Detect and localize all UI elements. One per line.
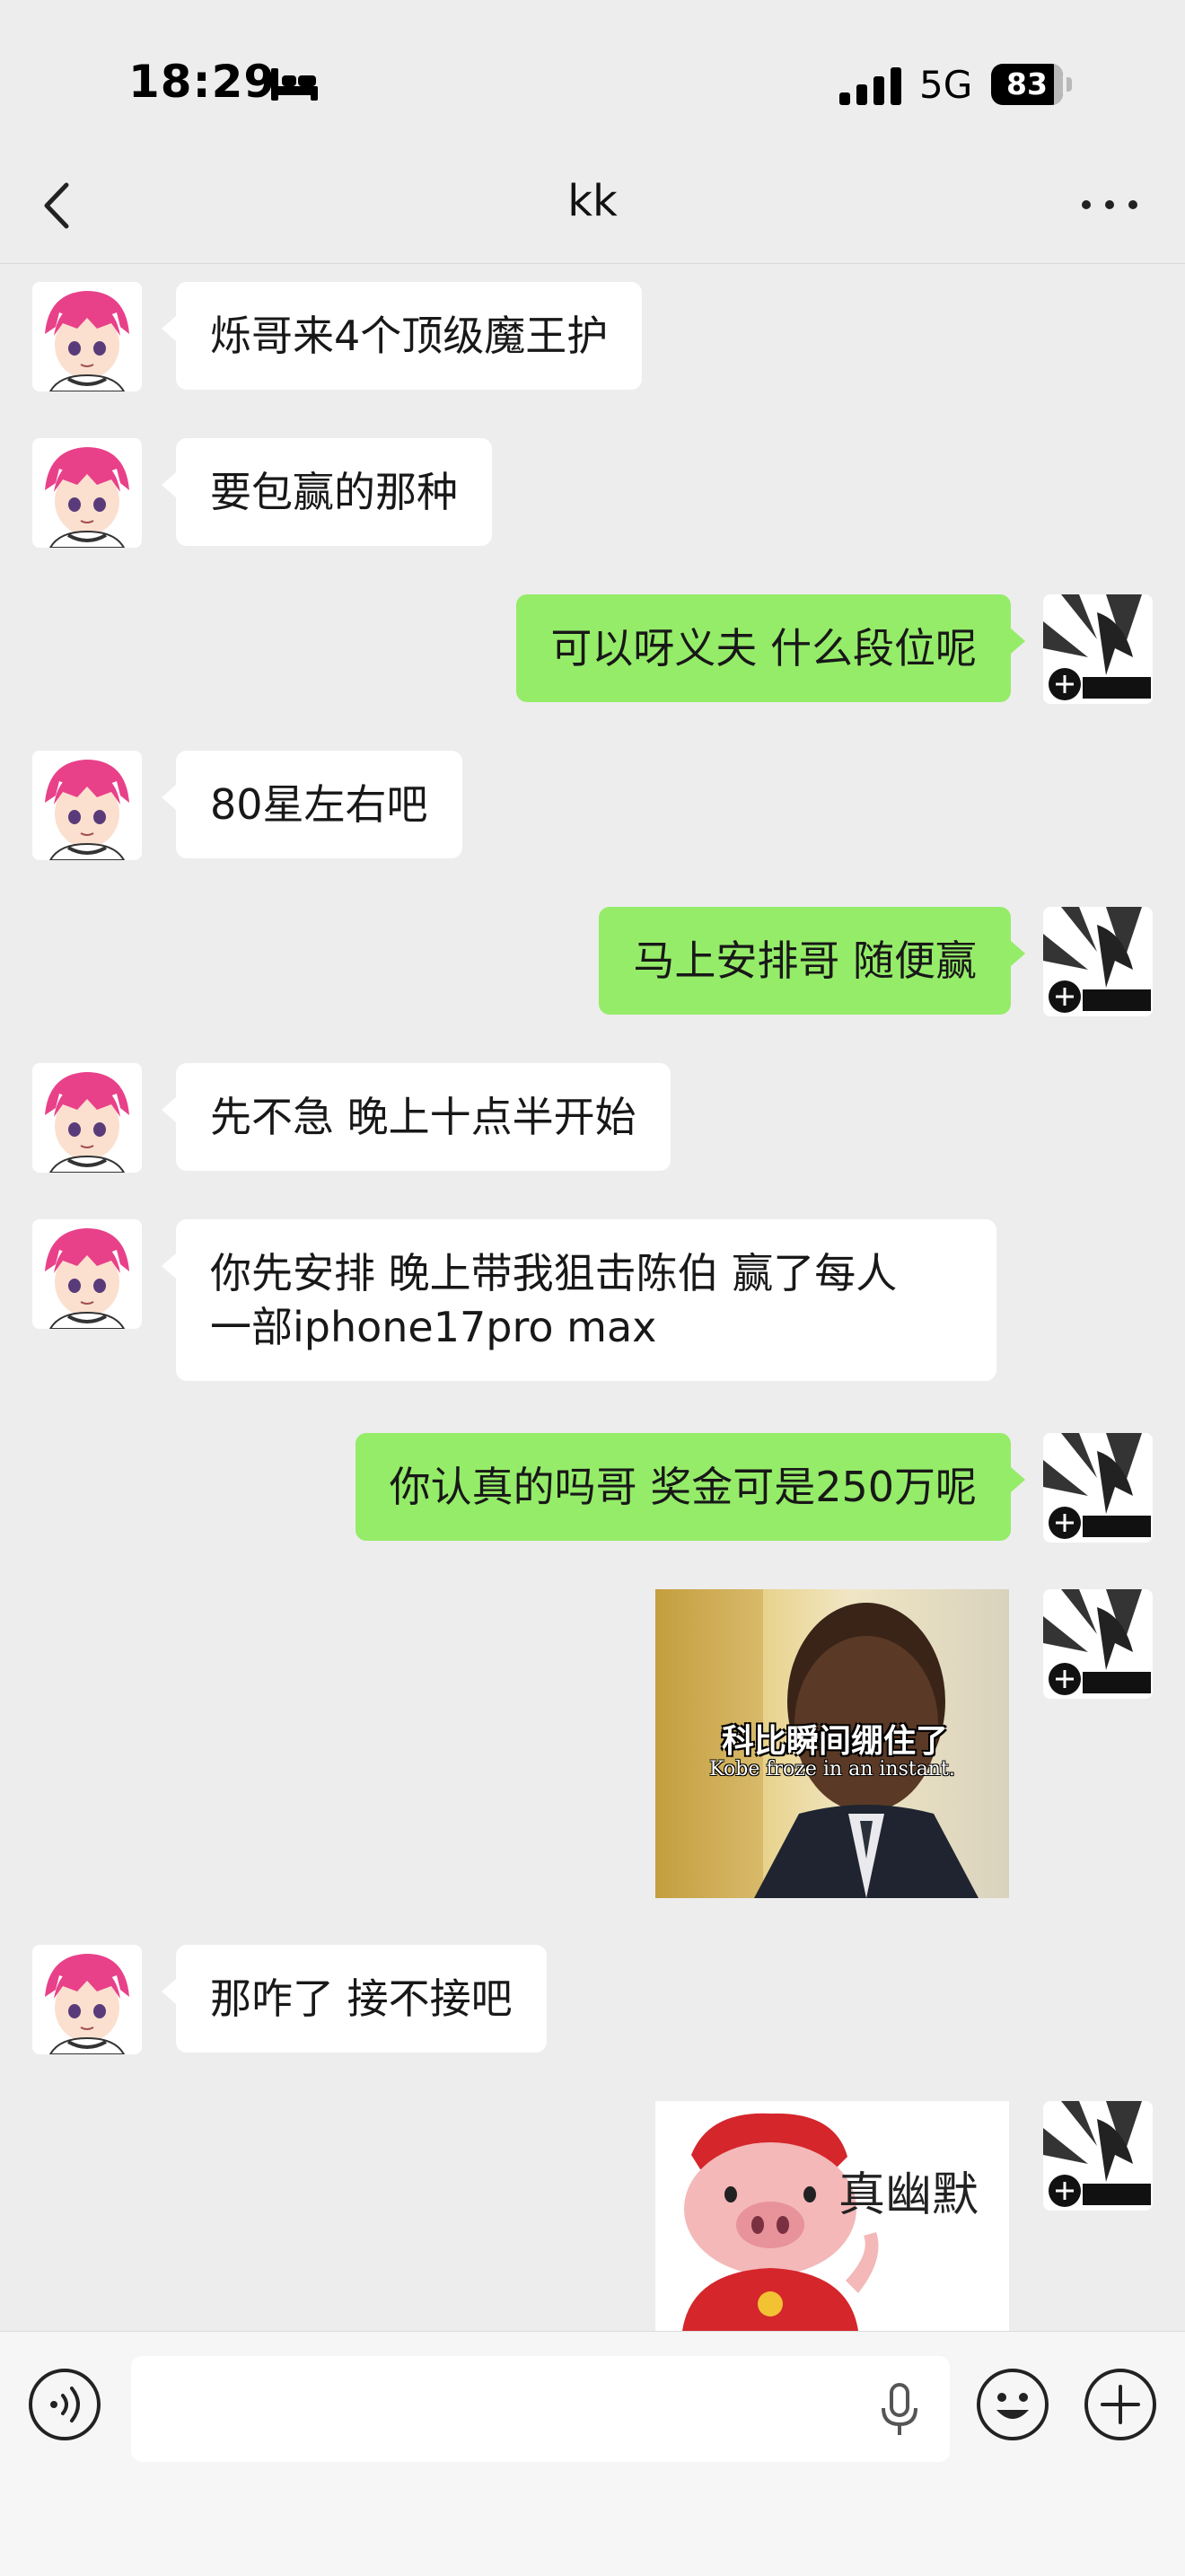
contact-avatar[interactable] (32, 1219, 142, 1329)
incoming-message[interactable]: 那咋了 接不接吧 (162, 1945, 547, 2053)
incoming-message[interactable]: 先不急 晚上十点半开始 (162, 1063, 671, 1171)
battery-level: 83 (1006, 66, 1048, 101)
outgoing-message[interactable]: 马上安排哥 随便赢 (599, 907, 1025, 1015)
outgoing-message[interactable]: 可以呀义夫 什么段位呢 (516, 594, 1025, 702)
sticker-caption-cn: 科比瞬间绷住了 (721, 1723, 948, 1760)
contact-avatar[interactable] (32, 751, 142, 860)
more-icon[interactable] (1077, 189, 1142, 221)
message-list[interactable]: 烁哥来4个顶级魔王护 要包赢的那种 可以呀义夫 什么段位呢 80星左右吧 马上安… (0, 264, 1185, 2331)
my-avatar[interactable] (1043, 1433, 1153, 1543)
emoji-icon[interactable] (975, 2367, 1050, 2442)
incoming-message[interactable]: 要包赢的那种 (162, 438, 492, 546)
voice-icon[interactable] (27, 2367, 102, 2442)
my-avatar[interactable] (1043, 594, 1153, 704)
contact-avatar[interactable] (32, 438, 142, 548)
status-bar: 18:29 5G 83 (0, 0, 1185, 162)
chat-title: kk (567, 176, 618, 226)
mic-icon[interactable] (876, 2383, 923, 2437)
my-avatar[interactable] (1043, 907, 1153, 1016)
battery-icon: 83 (991, 64, 1072, 105)
signal-icon (839, 67, 901, 105)
sticker-pig[interactable]: 真幽默 (655, 2101, 1009, 2331)
contact-avatar[interactable] (32, 282, 142, 391)
sticker-caption-cn: 真幽默 (838, 2168, 979, 2222)
incoming-message[interactable]: 你先安排 晚上带我狙击陈伯 赢了每人 一部iphone17pro max (162, 1219, 996, 1381)
contact-avatar[interactable] (32, 1945, 142, 2054)
my-avatar[interactable] (1043, 2101, 1153, 2211)
network-type: 5G (919, 63, 973, 107)
message-input[interactable] (131, 2356, 950, 2462)
plus-icon[interactable] (1083, 2367, 1158, 2442)
outgoing-message[interactable]: 你认真的吗哥 奖金可是250万呢 (355, 1433, 1026, 1541)
bed-icon (271, 68, 318, 101)
sticker-kobe[interactable]: 科比瞬间绷住了 Kobe froze in an instant. (655, 1589, 1009, 1898)
incoming-message[interactable]: 烁哥来4个顶级魔王护 (161, 282, 643, 390)
sticker-caption-en: Kobe froze in an instant. (709, 1758, 955, 1780)
status-time: 18:29 (128, 56, 276, 108)
incoming-message[interactable]: 80星左右吧 (162, 751, 462, 858)
contact-avatar[interactable] (32, 1063, 142, 1173)
my-avatar[interactable] (1043, 1589, 1153, 1699)
